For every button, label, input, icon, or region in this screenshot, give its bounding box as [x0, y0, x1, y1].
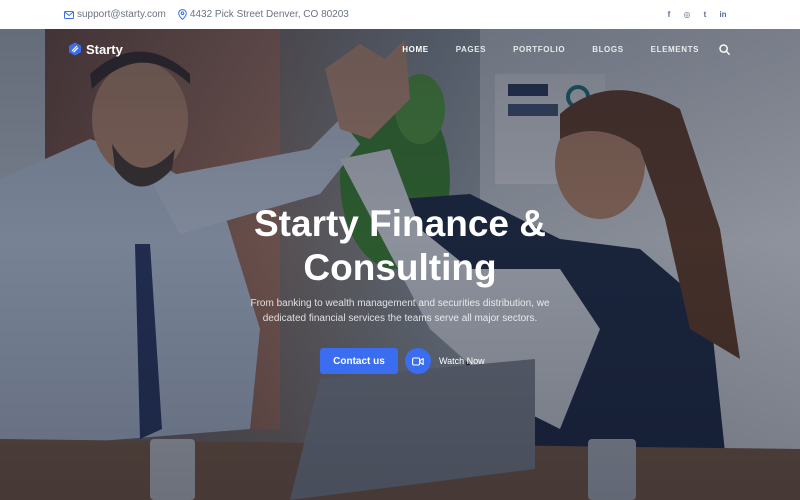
- nav-item-portfolio[interactable]: PORTFOLIO: [513, 45, 565, 54]
- email-info[interactable]: support@starty.com: [64, 9, 166, 20]
- logo[interactable]: Starty: [68, 42, 123, 57]
- watch-now-label: Watch Now: [439, 356, 485, 366]
- map-pin-icon: [178, 9, 187, 20]
- nav-item-elements[interactable]: ELEMENTS: [651, 45, 699, 54]
- facebook-icon[interactable]: f: [664, 10, 674, 20]
- nav-item-pages[interactable]: PAGES: [456, 45, 486, 54]
- logo-text: Starty: [86, 41, 123, 57]
- hero-subtitle-line-1: From banking to wealth management and se…: [250, 298, 550, 309]
- contact-us-button[interactable]: Contact us: [320, 348, 398, 374]
- hero-subtitle-line-2: dedicated financial services the teams s…: [262, 313, 538, 324]
- nav-item-blogs[interactable]: BLOGS: [592, 45, 623, 54]
- hero-section: Starty HOME PAGES PORTFOLIO BLOGS ELEMEN…: [0, 29, 800, 500]
- email-text: support@starty.com: [77, 9, 166, 20]
- hero-title-line-2: Consulting: [303, 247, 497, 288]
- search-icon[interactable]: [719, 43, 730, 55]
- address-info: 4432 Pick Street Denver, CO 80203: [178, 9, 349, 20]
- social-links: f ◎ t in: [664, 10, 728, 20]
- mail-icon: [64, 10, 74, 19]
- linkedin-icon[interactable]: in: [718, 10, 728, 20]
- nav-item-home[interactable]: HOME: [402, 45, 428, 54]
- twitter-icon[interactable]: t: [700, 10, 710, 20]
- instagram-icon[interactable]: ◎: [682, 10, 692, 20]
- video-camera-icon: [405, 348, 431, 374]
- topbar: support@starty.com 4432 Pick Street Denv…: [0, 0, 800, 29]
- starty-logo-icon: [69, 42, 81, 56]
- watch-now-button[interactable]: Watch Now: [405, 348, 485, 374]
- main-nav: Starty HOME PAGES PORTFOLIO BLOGS ELEMEN…: [0, 29, 800, 69]
- address-text: 4432 Pick Street Denver, CO 80203: [189, 9, 349, 20]
- hero-title-line-1: Starty Finance &: [254, 203, 546, 244]
- nav-menu: HOME PAGES PORTFOLIO BLOGS ELEMENTS: [402, 45, 699, 54]
